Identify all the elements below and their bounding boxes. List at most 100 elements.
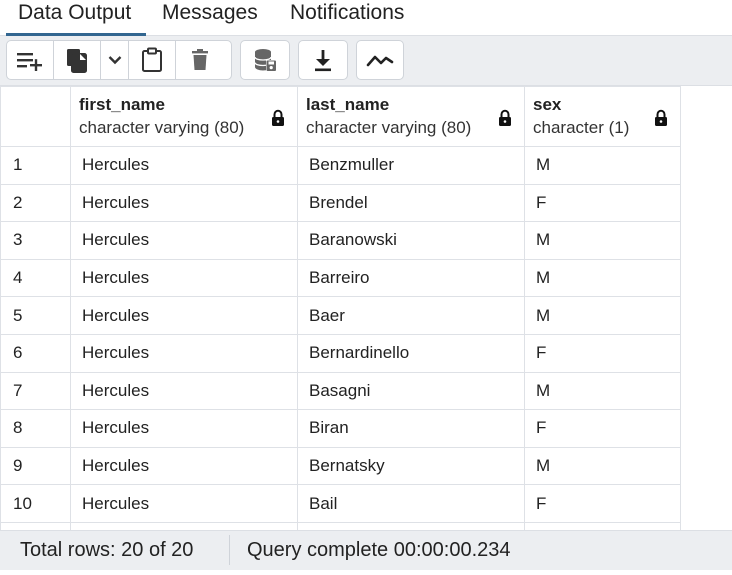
row-number[interactable]: 4	[0, 258, 71, 298]
data-output-toolbar	[0, 36, 732, 86]
graph-button-group	[356, 40, 404, 80]
table-row[interactable]: 2 Hercules Brendel F	[0, 183, 681, 223]
header-row: first_name character varying (80) last_n…	[0, 86, 681, 147]
lock-icon	[272, 109, 284, 126]
row-number[interactable]: 9	[0, 446, 71, 486]
status-divider	[229, 535, 230, 565]
tab-data-output[interactable]: Data Output	[6, 0, 146, 36]
row-number[interactable]: 10	[0, 484, 71, 523]
cell-sex[interactable]: F	[524, 333, 681, 373]
cell-first-name[interactable]: Hercules	[70, 221, 298, 260]
table-row[interactable]: 5 Hercules Baer M	[0, 296, 681, 335]
delete-button[interactable]	[176, 41, 223, 79]
trash-icon	[191, 49, 208, 70]
add-row-button[interactable]	[7, 41, 54, 79]
lock-icon	[499, 109, 511, 126]
line-chart-icon	[366, 55, 394, 67]
table-row[interactable]: 3 Hercules Baranowski M	[0, 221, 681, 260]
cell-first-name[interactable]: Hercules	[70, 484, 298, 523]
cell-first-name[interactable]	[70, 521, 298, 530]
cell-last-name[interactable]: Bail	[297, 484, 525, 523]
result-grid: first_name character varying (80) last_n…	[0, 86, 732, 530]
row-number[interactable]: 1	[0, 146, 71, 185]
table-row[interactable]: 10 Hercules Bail F	[0, 484, 681, 523]
cell-first-name[interactable]: Hercules	[70, 146, 298, 185]
table-row[interactable]: 9 Hercules Bernatsky M	[0, 446, 681, 486]
copy-icon	[67, 49, 87, 73]
cell-last-name[interactable]: Biran	[297, 409, 525, 448]
graph-visualiser-button[interactable]	[357, 41, 403, 79]
column-type: character varying (80)	[306, 117, 472, 137]
column-type: character varying (80)	[79, 117, 245, 137]
total-rows-status: Total rows: 20 of 20	[20, 539, 194, 561]
column-header-sex[interactable]: sex character (1)	[524, 86, 681, 147]
row-number[interactable]: 2	[0, 183, 71, 223]
edit-button-group	[6, 40, 232, 80]
row-number[interactable]: 8	[0, 409, 71, 448]
column-header-last-name[interactable]: last_name character varying (80)	[297, 86, 525, 147]
table-row-partial[interactable]	[0, 521, 681, 530]
download-button[interactable]	[299, 41, 346, 79]
paste-button[interactable]	[129, 41, 176, 79]
cell-sex[interactable]: F	[524, 484, 681, 523]
table-row[interactable]: 6 Hercules Bernardinello F	[0, 333, 681, 373]
cell-last-name[interactable]: Bernardinello	[297, 333, 525, 373]
cell-first-name[interactable]: Hercules	[70, 296, 298, 335]
row-number[interactable]: 3	[0, 221, 71, 260]
cell-last-name[interactable]: Baer	[297, 296, 525, 335]
cell-sex[interactable]: M	[524, 258, 681, 298]
cell-last-name[interactable]: Bernatsky	[297, 446, 525, 486]
bottom-edge	[0, 570, 732, 575]
cell-sex[interactable]: F	[524, 183, 681, 223]
row-number[interactable]: 5	[0, 296, 71, 335]
cell-last-name[interactable]: Benzmuller	[297, 146, 525, 185]
column-header-first-name[interactable]: first_name character varying (80)	[70, 86, 298, 147]
copy-button[interactable]	[54, 41, 101, 79]
table-row[interactable]: 4 Hercules Barreiro M	[0, 258, 681, 298]
chevron-down-icon	[108, 56, 121, 65]
cell-first-name[interactable]: Hercules	[70, 183, 298, 223]
row-number[interactable]: 6	[0, 333, 71, 373]
column-name: last_name	[306, 94, 390, 114]
table-row[interactable]: 1 Hercules Benzmuller M	[0, 146, 681, 185]
tab-messages[interactable]: Messages	[162, 0, 258, 36]
cell-last-name[interactable]: Baranowski	[297, 221, 525, 260]
cell-sex[interactable]: M	[524, 146, 681, 185]
cell-sex[interactable]: M	[524, 371, 681, 411]
result-tabs: Data Output Messages Notifications	[0, 0, 732, 36]
cell-sex[interactable]	[524, 521, 681, 530]
cell-first-name[interactable]: Hercules	[70, 258, 298, 298]
cell-first-name[interactable]: Hercules	[70, 371, 298, 411]
cell-first-name[interactable]: Hercules	[70, 409, 298, 448]
cell-sex[interactable]: M	[524, 296, 681, 335]
table-row[interactable]: 8 Hercules Biran F	[0, 409, 681, 448]
query-status: Query complete 00:00:00.234	[247, 539, 511, 561]
copy-options-button[interactable]	[101, 41, 129, 79]
cell-first-name[interactable]: Hercules	[70, 446, 298, 486]
tab-notifications[interactable]: Notifications	[290, 0, 404, 36]
add-row-icon	[17, 53, 42, 71]
table-row[interactable]: 7 Hercules Basagni M	[0, 371, 681, 411]
row-number[interactable]: 7	[0, 371, 71, 411]
cell-sex[interactable]: M	[524, 221, 681, 260]
download-icon	[314, 50, 331, 72]
cell-last-name[interactable]	[297, 521, 525, 530]
cell-sex[interactable]: M	[524, 446, 681, 486]
cell-last-name[interactable]: Brendel	[297, 183, 525, 223]
lock-icon	[655, 109, 667, 126]
save-data-button[interactable]	[241, 41, 288, 79]
cell-first-name[interactable]: Hercules	[70, 333, 298, 373]
database-save-icon	[253, 49, 276, 71]
cell-last-name[interactable]: Basagni	[297, 371, 525, 411]
row-number[interactable]	[0, 521, 71, 530]
result-table: first_name character varying (80) last_n…	[0, 86, 681, 530]
status-bar: Total rows: 20 of 20 Query complete 00:0…	[0, 530, 732, 570]
cell-last-name[interactable]: Barreiro	[297, 258, 525, 298]
cell-sex[interactable]: F	[524, 409, 681, 448]
grid-body: 1 Hercules Benzmuller M 2 Hercules Brendel F 3…	[0, 146, 681, 530]
clipboard-icon	[142, 47, 162, 72]
row-number-header[interactable]	[0, 86, 71, 147]
download-button-group	[298, 40, 348, 80]
column-name: first_name	[79, 94, 165, 114]
save-button-group	[240, 40, 290, 80]
